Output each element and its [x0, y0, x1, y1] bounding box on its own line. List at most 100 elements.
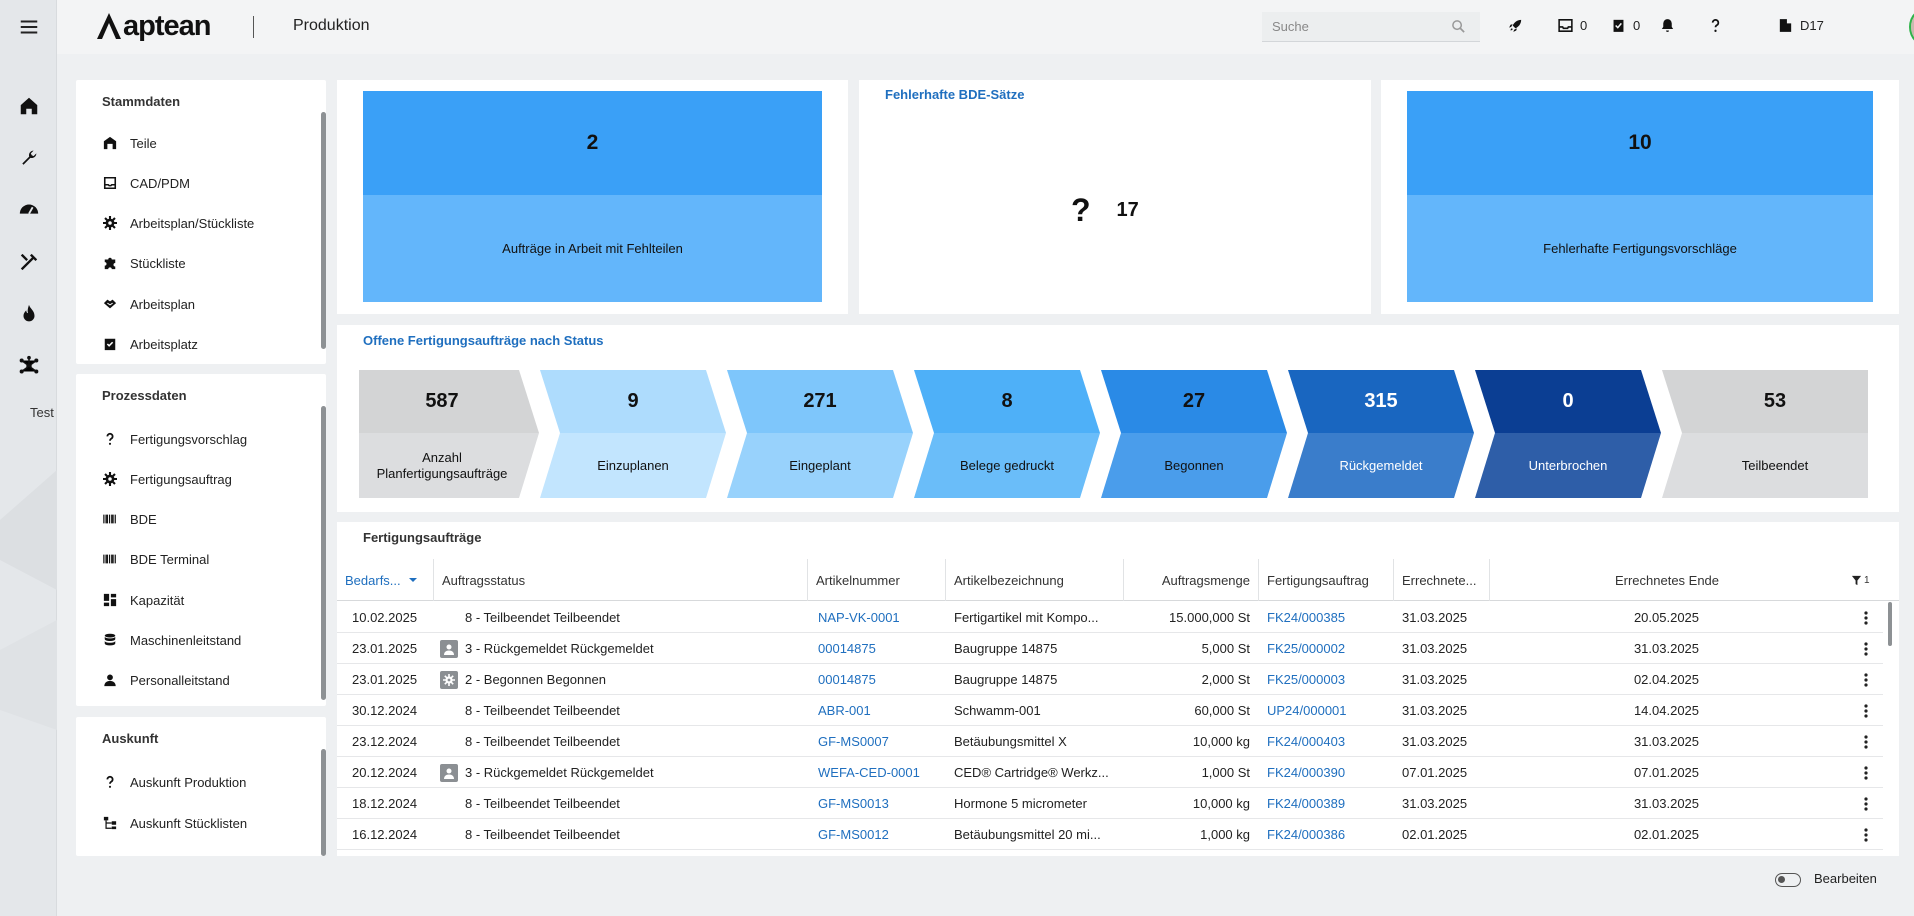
- column-header-auftragsmenge[interactable]: Auftragsmenge: [1123, 559, 1258, 601]
- row-menu-icon[interactable]: [1858, 702, 1874, 720]
- search-icon[interactable]: [1451, 19, 1466, 34]
- filter-button[interactable]: 1: [1851, 559, 1891, 601]
- sort-desc-icon[interactable]: [407, 575, 419, 585]
- column-header-errechnetes-ende[interactable]: Errechnetes Ende: [1489, 559, 1844, 601]
- cell-artikelbezeichnung: Schwamm-001: [954, 703, 1041, 718]
- cell-artikelnummer[interactable]: 00014875: [818, 633, 943, 664]
- status-count: 27: [1182, 390, 1206, 412]
- table-row[interactable]: 30.12.2024 8 - Teilbeendet Teilbeendet ABR…: [337, 695, 1883, 726]
- column-header-artikelbezeichnung[interactable]: Artikelbezeichnung: [945, 559, 1123, 601]
- column-header-bedarf[interactable]: Bedarfs...: [337, 559, 433, 601]
- cell-auftragsmenge: 1,000 St: [1201, 765, 1250, 780]
- prozessdaten-panel: Prozessdaten Fertigungsvorschlag Fertigu…: [76, 374, 326, 706]
- edit-toggle[interactable]: [1775, 873, 1801, 887]
- cell-fertigungsauftrag[interactable]: FK24/000386: [1267, 819, 1387, 850]
- search-input[interactable]: [1262, 19, 1442, 34]
- nav-item-arbeitsplan-stueckliste[interactable]: Arbeitsplan/Stückliste: [102, 211, 254, 235]
- nav-item-kapazitaet[interactable]: Kapazität: [102, 588, 184, 612]
- status-label: Teilbeendet: [1741, 458, 1809, 473]
- nav-item-teile[interactable]: Teile: [102, 131, 157, 155]
- table-row[interactable]: 10.02.2025 8 - Teilbeendet Teilbeendet NAP…: [337, 602, 1883, 633]
- rocket-button[interactable]: [1507, 17, 1524, 34]
- wrench-icon[interactable]: [0, 140, 57, 176]
- row-menu-icon[interactable]: [1858, 640, 1874, 658]
- column-header-fertigungsauftrag[interactable]: Fertigungsauftrag: [1258, 559, 1393, 601]
- nav-item-cad-pdm[interactable]: CAD/PDM: [102, 171, 190, 195]
- app-title: Produktion: [293, 17, 370, 34]
- person-icon: [104, 674, 116, 687]
- nav-item-maschinenleitstand[interactable]: Maschinenleitstand: [102, 628, 241, 652]
- nav-item-label: CAD/PDM: [130, 175, 190, 191]
- nav-item-fertigungsvorschlag[interactable]: Fertigungsvorschlag: [102, 427, 247, 451]
- gear-icon: [103, 216, 117, 230]
- home-icon[interactable]: [0, 88, 57, 124]
- status-label: Unterbrochen: [1528, 458, 1608, 473]
- table-row[interactable]: 23.01.2025 3 - Rückgemeldet Rückgemeldet 0…: [337, 633, 1883, 664]
- nav-item-bde-terminal[interactable]: BDE Terminal: [102, 547, 209, 571]
- nav-item-arbeitsplatz[interactable]: Arbeitsplatz: [102, 332, 198, 356]
- cell-artikelnummer[interactable]: WEFA-CED-0001: [818, 757, 943, 788]
- table-row[interactable]: 16.12.2024 8 - Teilbeendet Teilbeendet GF-…: [337, 819, 1883, 850]
- nav-item-bde[interactable]: BDE: [102, 507, 157, 531]
- cell-artikelbezeichnung: Baugruppe 14875: [954, 641, 1058, 656]
- row-menu-icon[interactable]: [1858, 671, 1874, 689]
- cell-errechnetes-ende: 31.03.2025: [1633, 734, 1700, 749]
- cell-fertigungsauftrag[interactable]: UP24/000001: [1267, 695, 1387, 726]
- cell-fertigungsauftrag[interactable]: FK25/000002: [1267, 633, 1387, 664]
- nav-item-personalleitstand[interactable]: Personalleitstand: [102, 668, 230, 692]
- cell-artikelnummer[interactable]: NAP-VK-0001: [818, 602, 943, 633]
- cell-fertigungsauftrag[interactable]: FK24/000403: [1267, 726, 1387, 757]
- kpi-card-bde[interactable]: Fehlerhafte BDE-Sätze ? 17: [859, 80, 1371, 314]
- prozessdaten-scrollbar[interactable]: [321, 406, 326, 700]
- tasks-button[interactable]: 0: [1610, 17, 1640, 34]
- cell-artikelnummer[interactable]: GF-MS0013: [818, 788, 943, 819]
- tasks-count: 0: [1633, 18, 1641, 33]
- row-menu-icon[interactable]: [1858, 733, 1874, 751]
- table-row[interactable]: 23.01.2025 2 - Begonnen Begonnen 00014875 B…: [337, 664, 1883, 695]
- aptean-logo[interactable]: aptean: [95, 9, 211, 43]
- cell-fertigungsauftrag[interactable]: FK24/000390: [1267, 757, 1387, 788]
- column-header-errechneter-start[interactable]: Errechnete...: [1393, 559, 1489, 601]
- column-header-auftragsstatus[interactable]: Auftragsstatus: [433, 559, 807, 601]
- cell-artikelnummer[interactable]: 00014875: [818, 664, 943, 695]
- kpi-card-missing-parts[interactable]: 2 Aufträge in Arbeit mit Fehlteilen: [337, 80, 848, 314]
- cell-artikelnummer[interactable]: GF-MS0007: [818, 726, 943, 757]
- row-menu-icon[interactable]: [1858, 795, 1874, 813]
- help-button[interactable]: [1707, 17, 1724, 34]
- notifications-button[interactable]: [1659, 17, 1676, 34]
- tools-icon[interactable]: [0, 244, 57, 280]
- auskunft-scrollbar[interactable]: [321, 749, 326, 856]
- puzzle-icon: [104, 257, 116, 270]
- cell-auftragsstatus: 8 - Teilbeendet Teilbeendet: [440, 602, 800, 633]
- menu-icon[interactable]: [0, 9, 57, 45]
- cell-fertigungsauftrag[interactable]: FK24/000385: [1267, 602, 1387, 633]
- kpi-card-proposals[interactable]: 10 Fehlerhafte Fertigungsvorschläge: [1381, 80, 1899, 314]
- table-row[interactable]: 23.12.2024 8 - Teilbeendet Teilbeendet GF-…: [337, 726, 1883, 757]
- cell-fertigungsauftrag[interactable]: FK25/000003: [1267, 664, 1387, 695]
- nav-item-label: Arbeitsplan: [130, 296, 196, 312]
- cell-artikelnummer[interactable]: ABR-001: [818, 695, 943, 726]
- company-selector[interactable]: D17: [1777, 17, 1824, 34]
- table-row[interactable]: 20.12.2024 3 - Rückgemeldet Rückgemeldet W…: [337, 757, 1883, 788]
- nav-item-stueckliste[interactable]: Stückliste: [102, 251, 186, 275]
- stammdaten-scrollbar[interactable]: [321, 112, 326, 349]
- edit-toggle-label: Bearbeiten: [1814, 871, 1877, 886]
- inbox-button[interactable]: 0: [1557, 17, 1587, 34]
- table-row[interactable]: 18.12.2024 8 - Teilbeendet Teilbeendet GF-…: [337, 788, 1883, 819]
- nav-item-auskunft-stuecklisten[interactable]: Auskunft Stücklisten: [102, 811, 247, 835]
- nav-item-auskunft-produktion[interactable]: Auskunft Produktion: [102, 770, 246, 794]
- network-icon[interactable]: [0, 348, 57, 384]
- flame-icon[interactable]: [0, 296, 57, 332]
- cell-fertigungsauftrag[interactable]: FK24/000389: [1267, 788, 1387, 819]
- gauge-icon[interactable]: [0, 192, 57, 228]
- nav-item-arbeitsplan[interactable]: Arbeitsplan: [102, 292, 195, 316]
- row-menu-icon[interactable]: [1858, 609, 1874, 627]
- column-header-artikelnummer[interactable]: Artikelnummer: [807, 559, 945, 601]
- cell-artikelnummer[interactable]: GF-MS0012: [818, 819, 943, 850]
- logo-text: aptean: [123, 9, 211, 42]
- avatar[interactable]: [1909, 6, 1914, 48]
- nav-item-fertigungsauftrag[interactable]: Fertigungsauftrag: [102, 467, 232, 491]
- row-menu-icon[interactable]: [1858, 764, 1874, 782]
- row-menu-icon[interactable]: [1858, 826, 1874, 844]
- table-scrollbar[interactable]: [1888, 602, 1892, 646]
